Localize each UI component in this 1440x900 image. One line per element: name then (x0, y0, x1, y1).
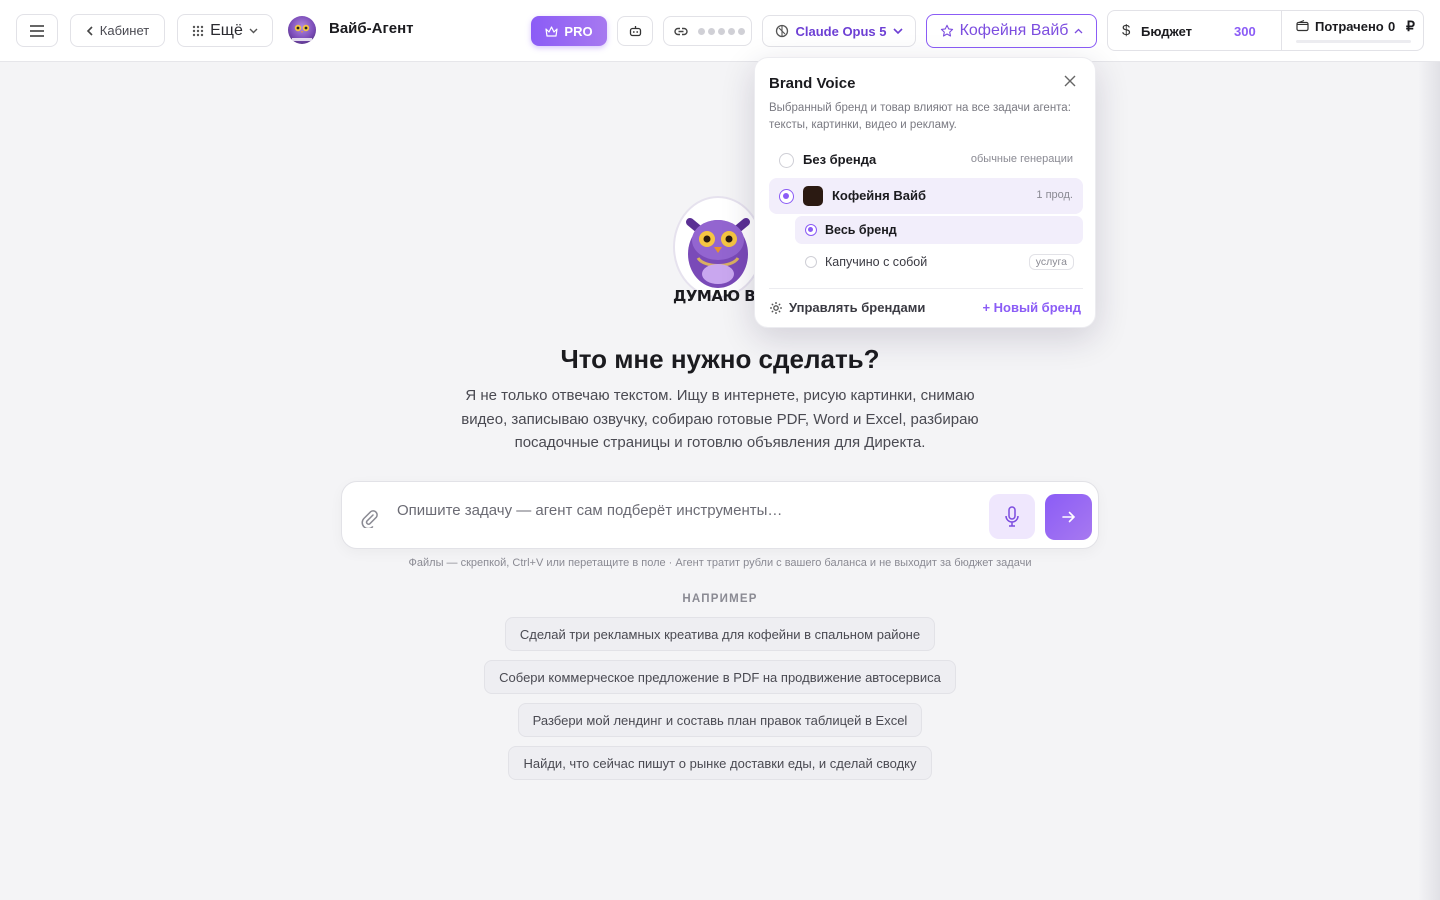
gear-icon (770, 301, 782, 314)
back-button[interactable]: Кабинет (70, 14, 165, 47)
spent-progress-bar (1296, 40, 1411, 43)
example-chip[interactable]: Разбери мой лендинг и составь план право… (518, 703, 922, 737)
microphone-button[interactable] (989, 494, 1035, 539)
model-label: Claude Opus 5 (795, 23, 887, 39)
robot-icon (629, 26, 641, 37)
radio-button[interactable] (805, 224, 817, 236)
menu-button[interactable] (16, 14, 58, 47)
chevron-down-icon (249, 28, 258, 33)
more-button[interactable]: Ещё (177, 14, 273, 47)
manage-brands-button[interactable]: Управлять брендами (769, 300, 925, 315)
spent-label: Потрачено (1315, 19, 1384, 34)
task-composer (341, 481, 1099, 549)
new-brand-button[interactable]: + Новый бренд (982, 300, 1081, 315)
brand-option-none[interactable]: Без бренда обычные генерации (769, 142, 1083, 178)
hamburger-icon (30, 24, 44, 37)
send-button[interactable] (1045, 494, 1092, 540)
arrow-right-icon (1061, 511, 1075, 523)
pro-button[interactable]: PRO (531, 16, 607, 46)
dollar-icon: $ (1122, 22, 1131, 39)
model-icon (776, 24, 789, 38)
chevron-down-icon (892, 27, 903, 34)
brand-option-kofeynya[interactable]: Кофейня Вайб 1 прод. (769, 178, 1083, 214)
right-edge-shadow (1418, 62, 1440, 900)
option-label: Без бренда (803, 152, 877, 167)
main-area: ДУМАЮ ВСЛУХ Что мне нужно сделать? Я не … (0, 62, 1440, 900)
example-chip[interactable]: Сделай три рекламных креатива для кофейн… (505, 617, 935, 651)
sub-option-product[interactable]: Капучино с собой услуга (795, 248, 1083, 276)
budget-input[interactable]: 300 (1234, 24, 1256, 39)
model-selector[interactable]: Claude Opus 5 (762, 15, 916, 47)
link-button[interactable] (663, 16, 752, 46)
crown-icon (545, 25, 559, 37)
more-label: Ещё (210, 21, 243, 39)
pro-label: PRO (564, 23, 593, 39)
page-heading: Что мне нужно сделать? (560, 344, 880, 374)
popover-title: Brand Voice (769, 75, 856, 92)
agent-button[interactable] (617, 16, 653, 46)
budget-label: Бюджет (1141, 24, 1192, 39)
option-note: обычные генерации (970, 153, 1073, 165)
option-note: 1 прод. (1036, 189, 1073, 201)
budget-panel: $ Бюджет 300 Потрачено 0 ₽ (1107, 10, 1424, 51)
mascot-caption: ДУМАЮ ВСЛУХ (673, 287, 761, 305)
radio-button[interactable] (805, 256, 817, 268)
masked-link (698, 27, 745, 35)
spent-value: 0 (1388, 19, 1396, 34)
sub-option-label: Капучино с собой (825, 255, 928, 269)
example-chip[interactable]: Собери коммерческое предложение в PDF на… (484, 660, 956, 694)
radio-button[interactable] (779, 153, 794, 168)
grid-icon (192, 25, 204, 36)
page-description: Я не только отвечаю текстом. Ищу в интер… (461, 387, 979, 451)
link-icon (674, 27, 688, 35)
product-type-tag: услуга (1028, 254, 1074, 270)
sub-option-label: Весь бренд (825, 223, 897, 237)
top-bar: Кабинет Ещё Вайб-Агент PRO Claude Opus 5… (0, 0, 1440, 62)
paperclip-icon[interactable] (360, 508, 378, 528)
examples-label: НАПРИМЕР (682, 593, 758, 605)
manage-label: Управлять брендами (789, 300, 926, 315)
star-icon (940, 24, 953, 37)
wallet-icon (1296, 20, 1309, 32)
budget-divider (1281, 11, 1282, 50)
sub-option-whole-brand[interactable]: Весь бренд (795, 216, 1083, 244)
radio-button[interactable] (779, 189, 794, 204)
task-input[interactable] (397, 496, 977, 524)
composer-hint: Файлы — скрепкой, Ctrl+V или перетащите … (408, 557, 1032, 569)
close-icon[interactable] (1064, 75, 1076, 87)
chevron-up-icon (1074, 28, 1083, 34)
chevron-left-icon (86, 25, 93, 36)
currency-sign: ₽ (1406, 18, 1415, 34)
back-label: Кабинет (99, 23, 150, 38)
brand-selector[interactable]: Кофейня Вайб (926, 14, 1097, 48)
microphone-icon (1005, 505, 1019, 527)
app-title: Вайб-Агент (329, 20, 414, 37)
option-label: Кофейня Вайб (832, 188, 926, 203)
brand-voice-popover: Brand Voice Выбранный бренд и товар влия… (754, 57, 1096, 328)
app-logo (288, 16, 316, 44)
brand-color-swatch (803, 186, 823, 206)
example-chip[interactable]: Найди, что сейчас пишут о рынке доставки… (508, 746, 932, 780)
popover-divider (769, 288, 1083, 289)
brand-label: Кофейня Вайб (959, 22, 1069, 39)
popover-description: Выбранный бренд и товар влияют на все за… (769, 102, 1071, 131)
